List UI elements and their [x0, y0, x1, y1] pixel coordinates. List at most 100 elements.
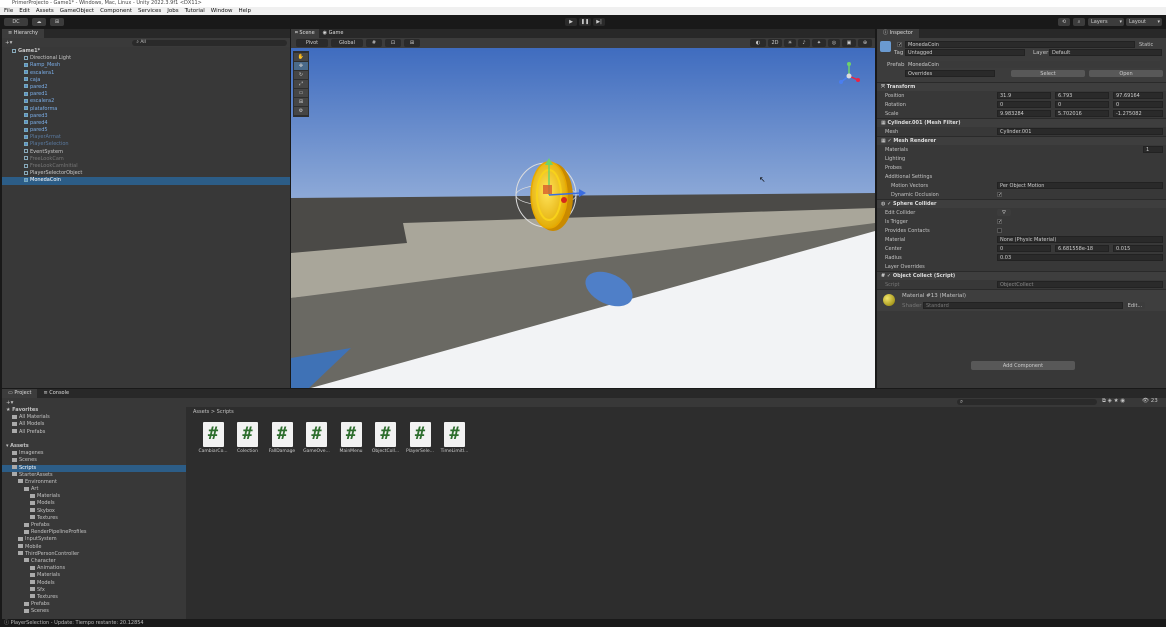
script-asset[interactable]: # PlayerSele...: [405, 422, 435, 454]
project-tree-item[interactable]: Art: [2, 486, 186, 493]
project-tree-item[interactable]: Models: [2, 580, 186, 587]
hierarchy-item[interactable]: escalera1: [2, 70, 290, 77]
add-component-button[interactable]: Add Component: [971, 361, 1075, 370]
script-asset[interactable]: # CambiarCo...: [198, 422, 228, 454]
scale-z-field[interactable]: -1.275082: [1113, 110, 1163, 117]
menu-item[interactable]: File: [4, 8, 13, 14]
collab-icon[interactable]: ⊞: [50, 17, 64, 26]
provides-contacts-checkbox[interactable]: [997, 228, 1002, 233]
tab-inspector[interactable]: ⓘ Inspector: [877, 29, 919, 38]
position-y-field[interactable]: 6.793: [1055, 92, 1109, 99]
edit-collider-button[interactable]: ⛛: [997, 209, 1011, 216]
project-tree-item[interactable]: Mobile: [2, 544, 186, 551]
global-dropdown[interactable]: Global: [331, 39, 363, 47]
filter-icons[interactable]: ⧉ ◈ ★ ◉: [1102, 398, 1125, 405]
hierarchy-item[interactable]: Ramp_Mesh: [2, 62, 290, 69]
toggle-2d-button[interactable]: 2D: [768, 39, 782, 47]
center-z-field[interactable]: 0.015: [1113, 245, 1163, 252]
mesh-filter-header[interactable]: ▦ Cylinder.001 (Mesh Filter): [877, 118, 1166, 127]
scale-tool-icon[interactable]: ⤢: [294, 80, 308, 88]
active-checkbox[interactable]: ✓: [897, 42, 902, 48]
project-tree-item[interactable]: Scenes: [2, 457, 186, 464]
static-label[interactable]: Static: [1139, 42, 1153, 48]
transform-header[interactable]: ⤧ Transform: [877, 82, 1166, 91]
pause-button[interactable]: ❚❚: [579, 17, 591, 26]
script-asset[interactable]: # Colection: [233, 422, 263, 454]
hidden-objects-icon[interactable]: ◎: [828, 39, 840, 47]
project-tree-item[interactable]: Imagenes: [2, 450, 186, 457]
tag-dropdown[interactable]: Untagged: [905, 49, 1025, 56]
project-tree-item[interactable]: InputSystem: [2, 536, 186, 543]
menu-item[interactable]: Component: [100, 8, 132, 14]
project-tree-item[interactable]: ▾ Assets: [2, 443, 186, 450]
hierarchy-item[interactable]: PlayerArmat: [2, 134, 290, 141]
dynamic-occlusion-checkbox[interactable]: ✓: [997, 192, 1002, 198]
layout-dropdown[interactable]: Layout ▾: [1126, 17, 1162, 26]
project-tree-item[interactable]: Prefabs: [2, 522, 186, 529]
tab-console[interactable]: ≡ Console: [37, 389, 76, 398]
prefab-asset-field[interactable]: MonedaCoin: [905, 61, 1160, 68]
select-button[interactable]: Select: [1011, 70, 1085, 77]
overrides-dropdown[interactable]: Overrides: [905, 70, 995, 77]
project-tree-item[interactable]: Prefabs: [2, 601, 186, 608]
position-z-field[interactable]: 97.69164: [1113, 92, 1163, 99]
project-tree-item[interactable]: ThirdPersonController: [2, 551, 186, 558]
rect-tool-icon[interactable]: ▭: [294, 89, 308, 97]
rotation-x-field[interactable]: 0: [997, 101, 1051, 108]
sphere-collider-header[interactable]: ◍ ✓ Sphere Collider: [877, 199, 1166, 208]
project-tree-item[interactable]: Scenes: [2, 608, 186, 615]
project-tree-item[interactable]: Animations: [2, 565, 186, 572]
project-tree-item[interactable]: Models: [2, 500, 186, 507]
history-icon[interactable]: ⟲: [1058, 17, 1070, 26]
script-header[interactable]: # ✓ Object Collect (Script): [877, 271, 1166, 280]
hierarchy-item[interactable]: pared4: [2, 120, 290, 127]
step-button[interactable]: ▶|: [593, 17, 605, 26]
script-asset[interactable]: # MainMenu: [336, 422, 366, 454]
project-tree-item[interactable]: Materials: [2, 572, 186, 579]
hierarchy-item[interactable]: EventSystem: [2, 149, 290, 156]
play-button[interactable]: ▶: [565, 17, 577, 26]
project-tree-item[interactable]: ★ Favorites: [2, 407, 186, 414]
grid-snap-icon[interactable]: #: [366, 39, 382, 47]
project-tree-item[interactable]: All Materials: [2, 414, 186, 421]
gizmos-icon[interactable]: ⊕: [858, 39, 872, 47]
materials-row[interactable]: Materials 1: [877, 145, 1166, 154]
hierarchy-item[interactable]: pared5: [2, 127, 290, 134]
hierarchy-item[interactable]: pared2: [2, 84, 290, 91]
hierarchy-search-input[interactable]: ⌕ All: [132, 39, 287, 46]
hierarchy-item[interactable]: PlayerSelection: [2, 141, 290, 148]
menu-item[interactable]: Window: [211, 8, 233, 14]
transform-tool-icon[interactable]: ⊞: [294, 98, 308, 106]
position-x-field[interactable]: 31.9: [997, 92, 1051, 99]
custom-tool-icon[interactable]: ⚙: [294, 107, 308, 115]
project-tree-item[interactable]: Materials: [2, 493, 186, 500]
script-asset[interactable]: # GameOve...: [302, 422, 332, 454]
project-tree-item[interactable]: Character: [2, 558, 186, 565]
snap-icon[interactable]: ⊡: [385, 39, 401, 47]
hierarchy-item[interactable]: escalera2: [2, 98, 290, 105]
hierarchy-item[interactable]: FreeLookCam: [2, 156, 290, 163]
physic-material-field[interactable]: None (Physic Material): [997, 236, 1163, 243]
project-tree-item[interactable]: [2, 436, 186, 443]
edit-shader-button[interactable]: Edit...: [1125, 302, 1145, 309]
hierarchy-item[interactable]: caja: [2, 77, 290, 84]
hierarchy-item[interactable]: PlayerSelectorObject: [2, 170, 290, 177]
project-tree-item[interactable]: Environment: [2, 479, 186, 486]
project-tree-item[interactable]: Sfx: [2, 587, 186, 594]
mesh-field[interactable]: Cylinder.001: [997, 128, 1163, 135]
project-tree-item[interactable]: All Models: [2, 421, 186, 428]
hierarchy-item[interactable]: plataforma: [2, 106, 290, 113]
audio-icon[interactable]: ♪: [798, 39, 810, 47]
add-icon[interactable]: +▾: [5, 40, 12, 46]
rotation-y-field[interactable]: 0: [1055, 101, 1109, 108]
menu-item[interactable]: Tutorial: [185, 8, 205, 14]
project-tree-item[interactable]: RenderPipelineProfiles: [2, 529, 186, 536]
script-asset[interactable]: # TimeLimitI...: [440, 422, 470, 454]
project-tree-item[interactable]: Textures: [2, 594, 186, 601]
hand-tool-icon[interactable]: ✋: [294, 53, 308, 61]
scene-viewport[interactable]: ↖: [291, 48, 875, 388]
move-gizmo-x[interactable]: [561, 197, 567, 203]
project-tree-item[interactable]: All Prefabs: [2, 429, 186, 436]
hierarchy-item[interactable]: Game1*: [2, 48, 290, 55]
script-asset[interactable]: # FallDamage: [267, 422, 297, 454]
